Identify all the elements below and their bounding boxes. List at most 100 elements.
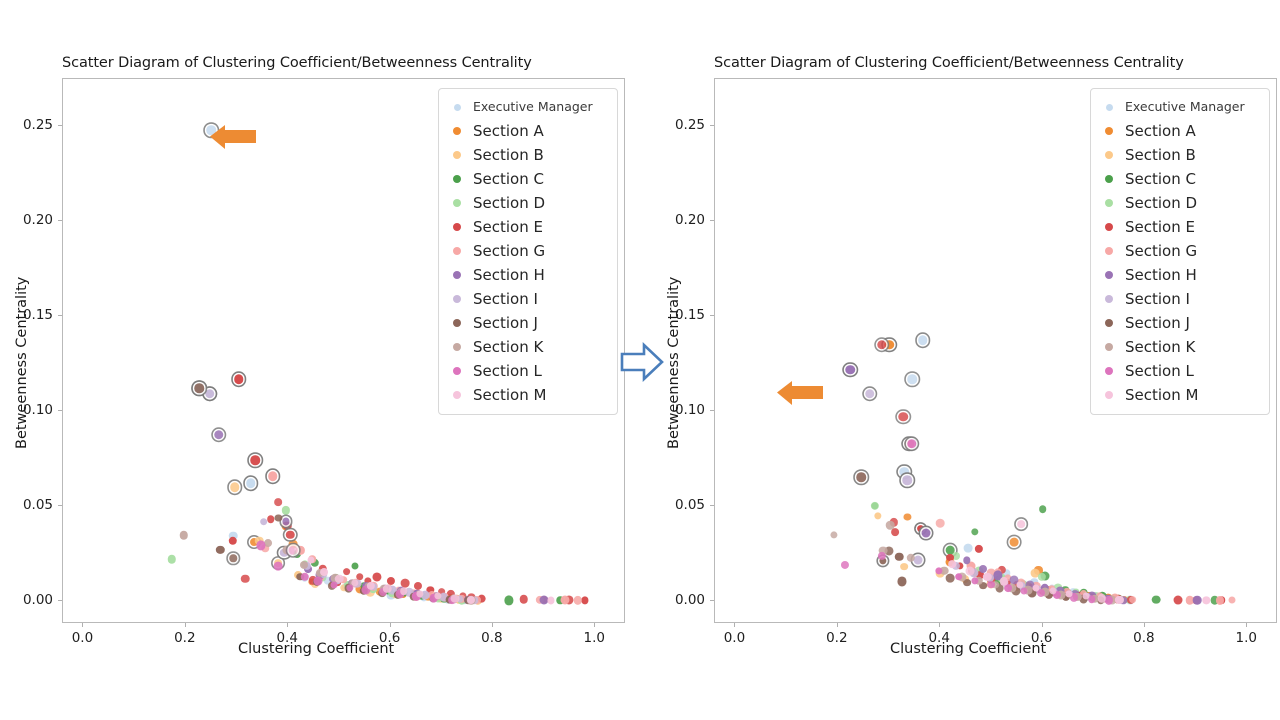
scatter-point <box>372 571 382 582</box>
legend-label: Executive Manager <box>473 99 593 115</box>
scatter-point <box>307 556 315 564</box>
scatter-point <box>1128 595 1137 604</box>
legend-label: Section K <box>473 337 544 356</box>
scatter-point <box>840 561 850 570</box>
legend-item-section-g[interactable]: Section G <box>447 239 607 263</box>
legend-item-section-e[interactable]: Section E <box>447 215 607 239</box>
scatter-point <box>282 506 291 515</box>
scatter-point <box>987 580 996 589</box>
legend-marker-icon <box>1105 127 1113 135</box>
legend-item-section-i[interactable]: Section I <box>447 287 607 311</box>
legend-label: Section E <box>473 217 543 236</box>
scatter-point <box>215 545 225 554</box>
x-axis-title-left: Clustering Coefficient <box>238 641 395 657</box>
scatter-point <box>581 596 589 605</box>
scatter-point <box>874 512 882 520</box>
scatter-point <box>246 478 256 488</box>
legend-item-section-g[interactable]: Section G <box>1099 239 1259 263</box>
legend-marker-icon <box>453 175 461 183</box>
legend-left[interactable]: Executive Manager Section A Section B Secti… <box>438 88 618 415</box>
legend-item-executive-manager[interactable]: Executive Manager <box>1099 96 1259 119</box>
scatter-panel-right: Scatter Diagram of Clustering Coefficien… <box>640 0 1280 720</box>
legend-item-section-b[interactable]: Section B <box>1099 143 1259 167</box>
legend-item-section-h[interactable]: Section H <box>447 263 607 287</box>
y-tick-label: 0.25 <box>22 117 53 134</box>
x-tick-label: 1.0 <box>1235 630 1258 646</box>
legend-item-section-a[interactable]: Section A <box>447 119 607 143</box>
y-tick-label: 0.20 <box>22 212 53 229</box>
legend-marker-icon <box>453 151 461 159</box>
x-tick <box>82 623 84 627</box>
legend-label: Section D <box>1125 193 1198 212</box>
legend-item-section-m[interactable]: Section M <box>1099 383 1259 407</box>
legend-label: Section G <box>473 241 546 260</box>
x-tick <box>287 623 289 627</box>
legend-item-section-c[interactable]: Section C <box>1099 167 1259 191</box>
x-tick <box>1246 623 1248 627</box>
legend-item-section-c[interactable]: Section C <box>447 167 607 191</box>
legend-marker-icon <box>453 247 461 255</box>
x-tick-label: 0.2 <box>174 630 196 646</box>
figure-canvas: Scatter Diagram of Clustering Coefficien… <box>0 0 1280 720</box>
legend-right[interactable]: Executive Manager Section A Section B Secti… <box>1090 88 1270 415</box>
legend-item-section-l[interactable]: Section L <box>1099 359 1259 383</box>
y-axis-title-right: Betweenness Centrality <box>666 276 682 449</box>
legend-item-section-j[interactable]: Section J <box>1099 311 1259 335</box>
scatter-point <box>1202 596 1211 605</box>
legend-label: Executive Manager <box>1125 99 1245 115</box>
scatter-point <box>954 572 963 581</box>
legend-label: Section E <box>1125 217 1195 236</box>
legend-item-section-b[interactable]: Section B <box>447 143 607 167</box>
legend-marker-icon <box>1105 271 1113 279</box>
legend-item-section-h[interactable]: Section H <box>1099 263 1259 287</box>
y-tick-label: 0.00 <box>674 592 705 609</box>
legend-label: Section C <box>1125 169 1196 188</box>
legend-label: Section K <box>1125 337 1196 356</box>
scatter-point <box>268 471 278 481</box>
legend-item-section-e[interactable]: Section E <box>1099 215 1259 239</box>
scatter-point <box>573 596 583 605</box>
chart-title-right: Scatter Diagram of Clustering Coefficien… <box>714 55 1184 71</box>
legend-item-section-d[interactable]: Section D <box>447 191 607 215</box>
scatter-point <box>250 455 261 466</box>
scatter-point <box>351 561 359 570</box>
legend-item-section-j[interactable]: Section J <box>447 311 607 335</box>
y-tick-label: 0.00 <box>22 592 53 609</box>
legend-item-section-a[interactable]: Section A <box>1099 119 1259 143</box>
legend-marker-icon <box>453 104 461 111</box>
scatter-point <box>179 530 189 540</box>
legend-item-section-k[interactable]: Section K <box>447 335 607 359</box>
legend-marker-icon <box>453 391 461 399</box>
y-tick <box>710 410 714 412</box>
legend-item-section-d[interactable]: Section D <box>1099 191 1259 215</box>
x-tick-label: 0.0 <box>71 630 94 646</box>
scatter-point <box>971 528 979 536</box>
scatter-point <box>286 530 295 539</box>
legend-item-executive-manager[interactable]: Executive Manager <box>447 96 607 119</box>
legend-item-section-k[interactable]: Section K <box>1099 335 1259 359</box>
legend-item-section-l[interactable]: Section L <box>447 359 607 383</box>
scatter-point <box>1003 583 1012 592</box>
x-tick <box>389 623 391 627</box>
y-tick-label: 0.25 <box>674 117 705 134</box>
legend-item-section-m[interactable]: Section M <box>447 383 607 407</box>
scatter-point <box>898 411 909 422</box>
legend-marker-icon <box>453 271 461 279</box>
scatter-point <box>233 374 244 385</box>
scatter-point <box>864 389 875 399</box>
scatter-point <box>856 472 867 483</box>
legend-item-section-i[interactable]: Section I <box>1099 287 1259 311</box>
x-axis-title-right: Clustering Coefficient <box>890 641 1047 657</box>
x-tick <box>184 623 186 627</box>
y-axis-title-left: Betweenness Centrality <box>14 276 30 449</box>
x-tick-label: 0.8 <box>481 630 503 646</box>
y-tick <box>710 600 714 602</box>
scatter-point <box>1017 520 1025 529</box>
legend-marker-icon <box>1105 199 1113 207</box>
scatter-point <box>897 576 907 586</box>
scatter-point <box>903 513 911 521</box>
x-tick-label: 0.0 <box>723 630 746 646</box>
scatter-point <box>320 568 328 577</box>
highlight-arrow-right <box>777 381 823 405</box>
x-tick <box>939 623 941 627</box>
